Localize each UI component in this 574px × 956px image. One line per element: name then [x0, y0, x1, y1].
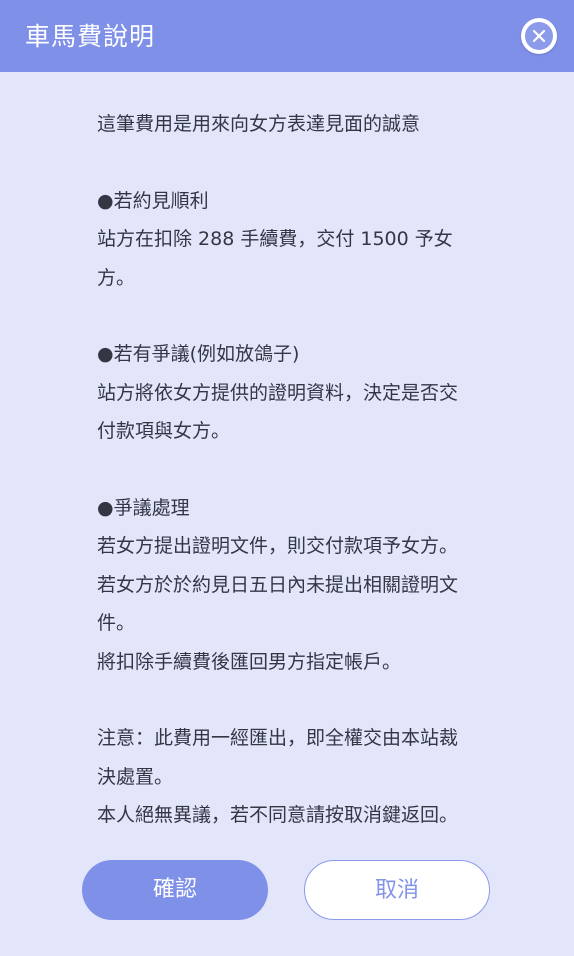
dialog-title: 車馬費說明	[25, 22, 156, 51]
body-line: 若女方提出證明文件，則交付款項予女方。	[97, 535, 459, 558]
body-line: 付款項與女方。	[97, 420, 231, 443]
body-line: 決處置。	[97, 765, 174, 788]
body-line: ●若有爭議(例如放鴿子)	[97, 343, 300, 366]
body-line: 站方在扣除 288 手續費，交付 1500 予女	[97, 228, 453, 251]
fee-explanation-dialog: 車馬費說明 這筆費用是用來向女方表達見面的誠意 ●若約見順利 站方在扣除 288…	[0, 0, 574, 956]
dialog-body-text: 這筆費用是用來向女方表達見面的誠意 ●若約見順利 站方在扣除 288 手續費，交…	[97, 105, 534, 835]
body-line: 注意：此費用一經匯出，即全權交由本站裁	[97, 727, 459, 750]
body-line	[97, 451, 534, 489]
body-line: ●爭議處理	[97, 497, 190, 520]
body-line: 方。	[97, 266, 136, 289]
body-line: ●若約見順利	[97, 189, 209, 212]
body-line	[97, 681, 534, 719]
cancel-button[interactable]: 取消	[304, 860, 490, 920]
dialog-header: 車馬費說明	[0, 0, 574, 72]
body-line	[97, 297, 534, 335]
body-line	[97, 143, 534, 181]
close-button[interactable]	[521, 18, 557, 54]
body-line: 將扣除手續費後匯回男方指定帳戶。	[97, 650, 402, 673]
body-line: 件。	[97, 612, 136, 635]
body-line: 站方將依女方提供的證明資料，決定是否交	[97, 381, 459, 404]
confirm-button[interactable]: 確認	[82, 860, 268, 920]
body-line: 本人絕無異議，若不同意請按取消鍵返回。	[97, 804, 459, 827]
body-line: 若女方於於約見日五日內未提出相關證明文	[97, 573, 459, 596]
body-line: 這筆費用是用來向女方表達見面的誠意	[97, 113, 421, 135]
close-icon	[525, 22, 553, 50]
